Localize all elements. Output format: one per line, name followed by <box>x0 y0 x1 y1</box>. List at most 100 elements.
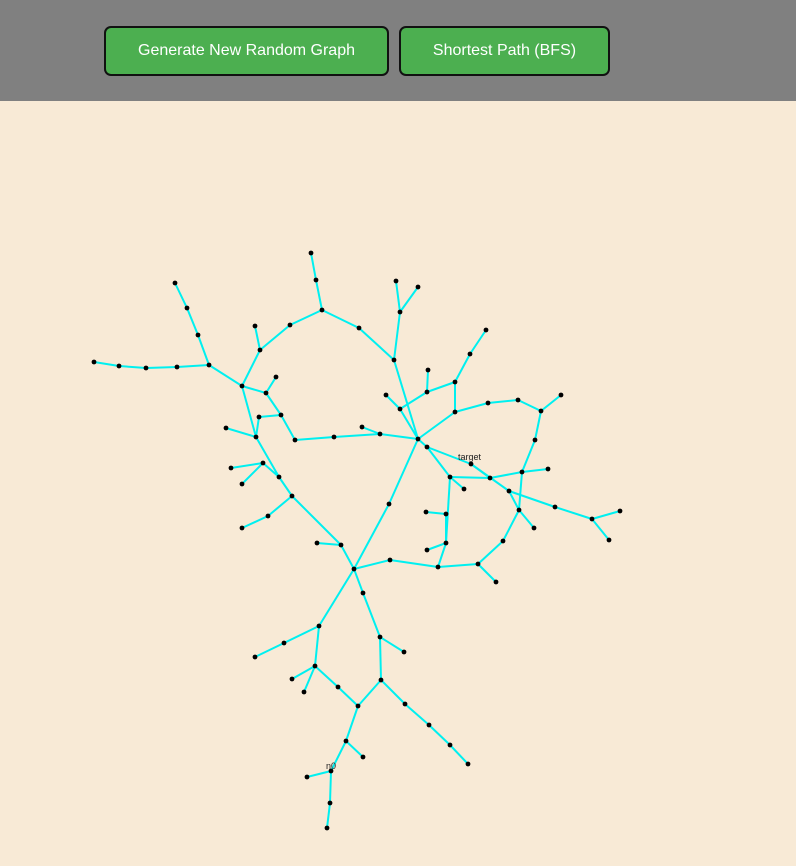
graph-node[interactable] <box>273 374 279 380</box>
graph-node[interactable] <box>589 516 595 522</box>
graph-node[interactable] <box>393 278 399 284</box>
graph-node[interactable] <box>415 284 421 290</box>
graph-node[interactable] <box>338 542 344 548</box>
graph-node[interactable] <box>397 406 403 412</box>
graph-node[interactable] <box>483 327 489 333</box>
graph-node[interactable] <box>447 474 453 480</box>
graph-node[interactable] <box>287 322 293 328</box>
graph-node[interactable] <box>278 412 284 418</box>
graph-node[interactable] <box>443 540 449 546</box>
graph-node[interactable] <box>292 437 298 443</box>
graph-node[interactable] <box>174 364 180 370</box>
graph-node[interactable] <box>206 362 212 368</box>
graph-node[interactable] <box>415 436 421 442</box>
graph-node[interactable] <box>424 547 430 553</box>
graph-node[interactable] <box>377 431 383 437</box>
graph-node[interactable] <box>531 525 537 531</box>
graph-node[interactable] <box>301 689 307 695</box>
graph-node[interactable] <box>360 590 366 596</box>
graph-node[interactable] <box>253 434 259 440</box>
graph-node[interactable] <box>617 508 623 514</box>
graph-node[interactable] <box>506 488 512 494</box>
graph-node[interactable] <box>335 684 341 690</box>
graph-node[interactable] <box>289 493 295 499</box>
graph-node[interactable] <box>485 400 491 406</box>
graph-node[interactable] <box>425 367 431 373</box>
graph-node[interactable] <box>468 461 474 467</box>
graph-node[interactable] <box>252 323 258 329</box>
graph-node[interactable] <box>184 305 190 311</box>
graph-node[interactable] <box>195 332 201 338</box>
graph-node[interactable] <box>316 623 322 629</box>
graph-node[interactable] <box>424 444 430 450</box>
graph-node[interactable] <box>391 357 397 363</box>
graph-node[interactable] <box>452 379 458 385</box>
graph-node[interactable] <box>314 540 320 546</box>
graph-node[interactable] <box>304 774 310 780</box>
graph-node[interactable] <box>256 414 262 420</box>
graph-node[interactable] <box>443 511 449 517</box>
graph-node[interactable] <box>426 722 432 728</box>
graph-node[interactable] <box>447 742 453 748</box>
shortest-path-bfs-button[interactable]: Shortest Path (BFS) <box>399 26 610 76</box>
graph-node[interactable] <box>313 277 319 283</box>
generate-random-graph-button[interactable]: Generate New Random Graph <box>104 26 389 76</box>
graph-node[interactable] <box>263 390 269 396</box>
graph-node[interactable] <box>223 425 229 431</box>
graph-node[interactable] <box>475 561 481 567</box>
graph-node[interactable] <box>116 363 122 369</box>
graph-node[interactable] <box>519 469 525 475</box>
graph-node[interactable] <box>331 434 337 440</box>
graph-node[interactable] <box>351 566 357 572</box>
graph-node[interactable] <box>281 640 287 646</box>
graph-node[interactable] <box>606 537 612 543</box>
graph-node[interactable] <box>172 280 178 286</box>
graph-node[interactable] <box>239 383 245 389</box>
graph-node[interactable] <box>465 761 471 767</box>
graph-node[interactable] <box>239 525 245 531</box>
graph-node[interactable] <box>386 501 392 507</box>
graph-node[interactable] <box>487 475 493 481</box>
graph-node[interactable] <box>308 250 314 256</box>
graph-svg[interactable]: n0 target <box>0 101 796 861</box>
graph-node[interactable] <box>276 474 282 480</box>
graph-node[interactable] <box>228 465 234 471</box>
graph-node[interactable] <box>552 504 558 510</box>
graph-node[interactable] <box>360 754 366 760</box>
graph-node[interactable] <box>467 351 473 357</box>
graph-node[interactable] <box>383 392 389 398</box>
graph-node[interactable] <box>377 634 383 640</box>
graph-node[interactable] <box>239 481 245 487</box>
graph-node[interactable] <box>516 507 522 513</box>
graph-node[interactable] <box>558 392 564 398</box>
graph-node[interactable] <box>532 437 538 443</box>
graph-node[interactable] <box>378 677 384 683</box>
graph-node[interactable] <box>312 663 318 669</box>
graph-node[interactable] <box>343 738 349 744</box>
graph-node[interactable] <box>355 703 361 709</box>
graph-node[interactable] <box>401 649 407 655</box>
graph-canvas[interactable]: n0 target <box>0 101 796 861</box>
graph-node[interactable] <box>500 538 506 544</box>
graph-node[interactable] <box>289 676 295 682</box>
graph-node[interactable] <box>424 389 430 395</box>
graph-node[interactable] <box>143 365 149 371</box>
graph-node[interactable] <box>356 325 362 331</box>
graph-node[interactable] <box>265 513 271 519</box>
graph-node[interactable] <box>387 557 393 563</box>
graph-node[interactable] <box>423 509 429 515</box>
graph-node[interactable] <box>359 424 365 430</box>
graph-node[interactable] <box>327 800 333 806</box>
graph-node[interactable] <box>545 466 551 472</box>
graph-node[interactable] <box>91 359 97 365</box>
graph-node[interactable] <box>252 654 258 660</box>
graph-node[interactable] <box>452 409 458 415</box>
graph-node[interactable] <box>319 307 325 313</box>
graph-node[interactable] <box>435 564 441 570</box>
graph-node[interactable] <box>260 460 266 466</box>
graph-node[interactable] <box>397 309 403 315</box>
graph-node[interactable] <box>493 579 499 585</box>
graph-node[interactable] <box>461 486 467 492</box>
graph-node[interactable] <box>324 825 330 831</box>
graph-node[interactable] <box>402 701 408 707</box>
